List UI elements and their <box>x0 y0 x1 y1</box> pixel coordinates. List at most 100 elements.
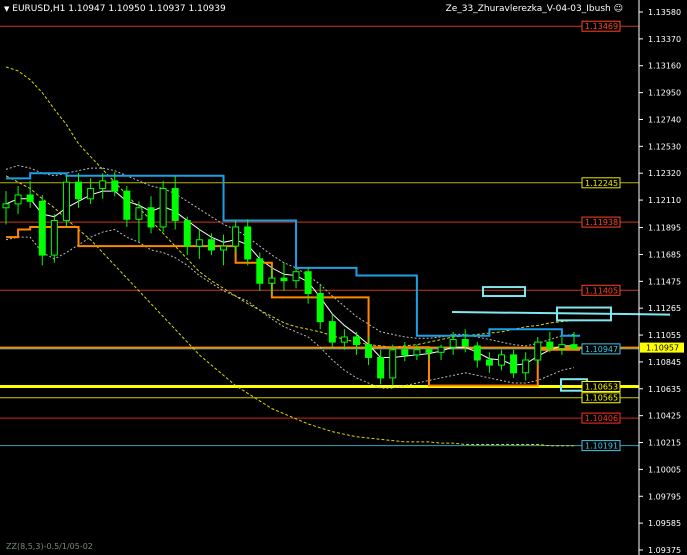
candle-body-22 <box>268 277 276 284</box>
candle-body-19 <box>232 226 240 247</box>
ohlc-values: 1.10947 1.10950 1.10937 1.10939 <box>68 4 226 14</box>
axis-tick-label-0: 1.13580 <box>648 8 681 17</box>
level-lines <box>0 25 639 447</box>
dropdown-arrow-icon[interactable]: ▼ <box>4 5 9 13</box>
band-yellow-upper <box>5 66 575 348</box>
current-price-label: 1.10957 <box>646 344 679 353</box>
candle-body-35 <box>425 349 433 353</box>
level-label-1: 1.12245 <box>585 179 618 188</box>
candles <box>2 171 578 386</box>
candle-body-24 <box>292 271 300 282</box>
level-label-7: 1.10406 <box>585 414 618 423</box>
candle-body-0 <box>2 203 10 209</box>
level-label-4: 1.10947 <box>585 345 618 354</box>
indicator-name: Ze_33_Zhuravlerezka_V-04-03_Ibush <box>445 4 611 14</box>
candle-body-17 <box>207 239 215 251</box>
candle-body-31 <box>377 356 385 379</box>
level-label-3: 1.11405 <box>585 286 618 295</box>
candle-body-20 <box>244 226 252 260</box>
candle-body-2 <box>26 194 34 202</box>
zone-box-0 <box>482 286 526 298</box>
axis-tick-label-14: 1.10635 <box>648 385 681 394</box>
candle-body-40 <box>485 359 493 366</box>
footer-label: ZZ(8,5,3)-0.5/1/05-02 <box>6 542 93 551</box>
level-label-5: 1.10653 <box>585 382 618 391</box>
candle-body-12 <box>147 207 155 228</box>
candle-body-8 <box>99 180 107 190</box>
axis-tick-label-17: 1.10005 <box>648 465 681 474</box>
candle-body-28 <box>340 336 348 343</box>
candle-body-27 <box>328 321 336 343</box>
candle-body-39 <box>473 345 481 361</box>
candle-body-23 <box>280 277 288 282</box>
level-label-0: 1.13469 <box>585 22 618 31</box>
candle-body-42 <box>510 354 518 374</box>
axis-tick-label-3: 1.12950 <box>648 89 681 98</box>
axis-tick-label-9: 1.11685 <box>648 250 681 259</box>
price-chart[interactable]: 1.13580 1.13370 1.13160 1.12950 1.12740 1.125… <box>0 0 687 555</box>
axis-tick-label-8: 1.11895 <box>648 224 681 233</box>
candle-body-36 <box>437 346 445 353</box>
candle-body-45 <box>546 341 554 349</box>
axis-tick-label-2: 1.13160 <box>648 62 681 71</box>
candle-body-26 <box>316 292 324 323</box>
candle-body-1 <box>14 194 22 205</box>
axis-tick-label-10: 1.11475 <box>648 277 681 286</box>
symbol-label: EURUSD,H1 <box>12 4 66 14</box>
axis-tick-label-12: 1.11055 <box>648 331 681 340</box>
candle-body-13 <box>159 188 167 228</box>
zone-boxes <box>451 286 671 392</box>
indicator-bands <box>5 66 575 447</box>
candle-body-3 <box>38 200 46 256</box>
axis-tick-label-20: 1.09375 <box>648 546 681 555</box>
level-label-2: 1.11938 <box>585 218 618 227</box>
candle-body-6 <box>75 181 83 200</box>
axis-tick-label-18: 1.09795 <box>648 492 681 501</box>
candle-body-41 <box>497 354 505 366</box>
candle-body-37 <box>449 339 457 348</box>
axis-tick-label-6: 1.12320 <box>648 169 681 178</box>
axis-tick-label-7: 1.12110 <box>648 196 681 205</box>
indicator-header: Ze_33_Zhuravlerezka_V-04-03_Ibush ☺ <box>446 4 623 14</box>
price-axis: 1.13580 1.13370 1.13160 1.12950 1.12740 1.125… <box>638 0 681 555</box>
smiley-icon[interactable]: ☺ <box>614 4 623 14</box>
axis-tick-label-19: 1.09585 <box>648 519 681 528</box>
candle-body-44 <box>534 341 542 361</box>
candle-body-46 <box>558 344 566 349</box>
candle-body-33 <box>401 349 409 356</box>
candle-body-15 <box>183 220 191 247</box>
chart-window[interactable]: 1.13580 1.13370 1.13160 1.12950 1.12740 1.125… <box>0 0 687 555</box>
candle-body-10 <box>123 190 131 220</box>
axis-tick-label-16: 1.10215 <box>648 439 681 448</box>
candle-body-9 <box>111 180 119 192</box>
axis-tick-label-4: 1.12740 <box>648 115 681 124</box>
candle-body-43 <box>522 359 530 374</box>
candle-body-29 <box>352 336 360 346</box>
fast-ma-line <box>5 190 574 366</box>
candle-body-30 <box>365 344 373 358</box>
level-label-6: 1.10565 <box>585 394 618 403</box>
candle-body-18 <box>220 245 228 251</box>
candle-body-7 <box>87 188 95 200</box>
candle-body-32 <box>389 349 397 379</box>
axis-tick-label-11: 1.11265 <box>648 304 681 313</box>
candle-body-47 <box>570 344 578 349</box>
axis-tick-label-1: 1.13370 <box>648 35 681 44</box>
zone-extension-line <box>451 311 671 316</box>
candle-body-11 <box>135 207 143 220</box>
candle-body-21 <box>256 258 264 284</box>
candle-body-25 <box>304 271 312 294</box>
axis-tick-label-15: 1.10425 <box>648 412 681 421</box>
orange-step-line <box>6 225 580 387</box>
candle-body-34 <box>413 349 421 356</box>
axis-tick-label-13: 1.10845 <box>648 358 681 367</box>
candle-body-5 <box>62 181 70 222</box>
level-label-8: 1.10191 <box>585 442 618 451</box>
candle-body-4 <box>50 220 58 256</box>
candle-body-14 <box>171 188 179 222</box>
candle-body-16 <box>195 239 203 247</box>
axis-tick-label-5: 1.12530 <box>648 142 681 151</box>
band-yellow-lower <box>5 175 574 447</box>
symbol-header: ▼ EURUSD,H1 1.10947 1.10950 1.10937 1.10… <box>4 4 226 14</box>
candle-body-38 <box>461 339 469 347</box>
